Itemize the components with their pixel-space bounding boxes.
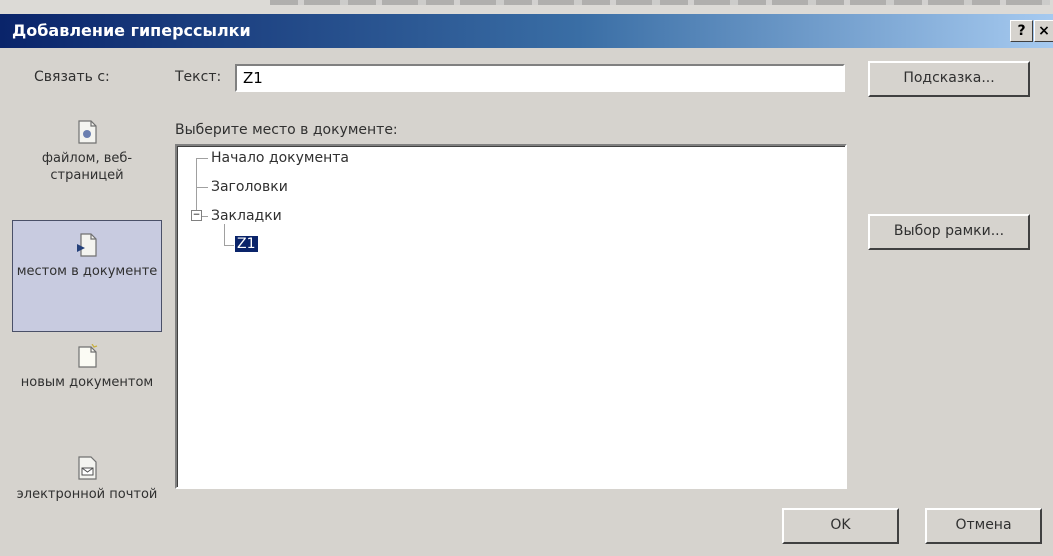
web-page-icon [78, 120, 97, 144]
text-input[interactable] [235, 64, 845, 92]
tree-label: Выберите место в документе: [175, 122, 398, 138]
document-places-tree[interactable]: Начало документа Заголовки − Закладки Z1 [175, 144, 847, 489]
tree-item-headings[interactable]: Заголовки [211, 179, 288, 195]
place-new-document[interactable]: новым документом [12, 332, 162, 444]
title-bar: Добавление гиперссылки ? × [0, 14, 1053, 48]
tree-item-bookmarks[interactable]: Закладки [211, 208, 282, 224]
place-web-page-label: файлом, веб-страницей [41, 151, 133, 183]
tree-connector [201, 216, 208, 217]
place-email-label: электронной почтой [16, 487, 158, 502]
collapse-icon[interactable]: − [191, 210, 202, 221]
background-document-strip [0, 0, 1053, 14]
dialog-title: Добавление гиперссылки [12, 21, 251, 40]
document-place-icon [77, 233, 97, 257]
tree-connector [196, 158, 197, 218]
email-icon [78, 456, 97, 480]
place-new-document-label: новым документом [20, 375, 154, 390]
close-button[interactable]: × [1034, 20, 1053, 42]
tree-connector [196, 187, 208, 188]
place-email[interactable]: электронной почтой [12, 444, 162, 556]
tree-connector [196, 158, 208, 159]
ok-button[interactable]: OK [782, 508, 899, 544]
text-label: Текст: [175, 69, 222, 85]
link-to-panel: файлом, веб-страницей местом в документе… [12, 108, 162, 548]
hint-button[interactable]: Подсказка... [868, 61, 1030, 97]
place-web-page[interactable]: файлом, веб-страницей [12, 108, 162, 220]
tree-item-document-start[interactable]: Начало документа [211, 150, 349, 166]
background-text-fragment [270, 0, 1050, 5]
place-in-document[interactable]: местом в документе [12, 220, 162, 332]
tree-connector [224, 224, 225, 246]
help-button[interactable]: ? [1010, 20, 1033, 42]
place-in-document-label: местом в документе [16, 264, 158, 279]
link-to-label: Связать с: [34, 69, 110, 85]
cancel-button[interactable]: Отмена [925, 508, 1042, 544]
add-hyperlink-dialog: Добавление гиперссылки ? × Связать с: Те… [0, 14, 1053, 553]
new-document-icon [78, 344, 98, 368]
tree-connector [224, 245, 234, 246]
select-frame-button[interactable]: Выбор рамки... [868, 214, 1030, 250]
tree-item-bookmark-z1[interactable]: Z1 [235, 236, 258, 252]
